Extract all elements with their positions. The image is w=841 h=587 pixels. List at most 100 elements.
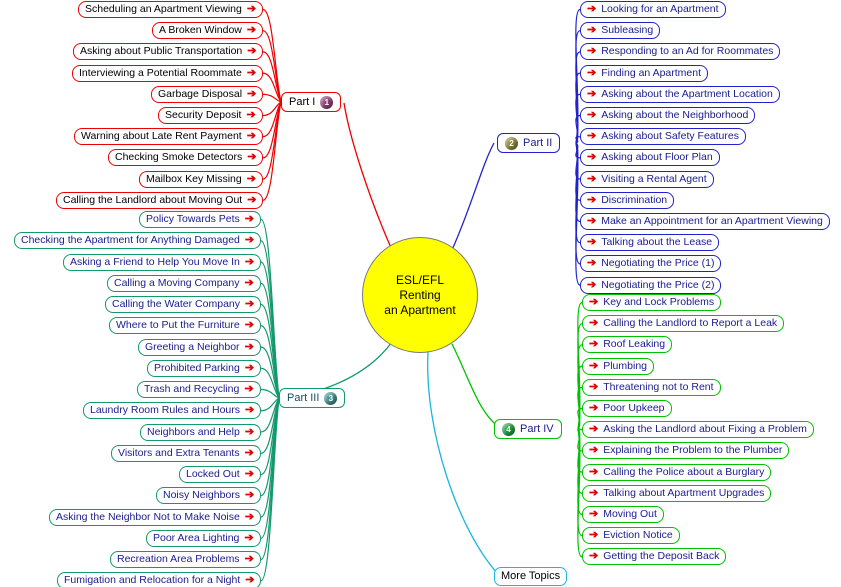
node-part1-item-7[interactable]: Checking Smoke Detectors ➔ bbox=[108, 149, 264, 167]
node-part3-item-15[interactable]: Poor Area Lighting ➔ bbox=[146, 529, 261, 547]
node-part1-item-1[interactable]: A Broken Window ➔ bbox=[152, 22, 264, 40]
node-part4-item-3[interactable]: ➔ Plumbing bbox=[582, 357, 654, 375]
node-part2-item-13[interactable]: ➔ Negotiating the Price (2) bbox=[580, 276, 722, 294]
node-part4-item-7[interactable]: ➔ Explaining the Problem to the Plumber bbox=[582, 442, 790, 460]
node-part2-item-11[interactable]: ➔ Talking about the Lease bbox=[580, 234, 720, 252]
node-more-topics-label: More Topics bbox=[501, 570, 561, 582]
arrow-right-icon: ➔ bbox=[587, 24, 597, 37]
central-topic[interactable]: ESL/EFL Renting an Apartment bbox=[362, 237, 478, 353]
node-part4-item-0[interactable]: ➔ Key and Lock Problems bbox=[582, 294, 722, 311]
node-part4-item-4[interactable]: ➔ Threatening not to Rent bbox=[582, 378, 721, 396]
node-part3-item-13[interactable]: Noisy Neighbors ➔ bbox=[156, 487, 262, 505]
arrow-right-icon: ➔ bbox=[244, 319, 254, 332]
arrow-right-icon: ➔ bbox=[244, 468, 254, 480]
node-part2-item-2[interactable]: ➔ Responding to an Ad for Roommates bbox=[580, 43, 781, 61]
node-part4-item-11[interactable]: ➔ Eviction Notice bbox=[582, 527, 680, 545]
node-part3-item-2[interactable]: Asking a Friend to Help You Move In ➔ bbox=[63, 253, 262, 271]
node-part3-item-7[interactable]: Prohibited Parking ➔ bbox=[147, 359, 262, 377]
node-label: Looking for an Apartment bbox=[601, 3, 719, 15]
node-part2-item-9[interactable]: ➔ Discrimination bbox=[580, 191, 675, 209]
branch-label-part-4[interactable]: 4 Part IV bbox=[494, 419, 562, 439]
arrow-right-icon: ➔ bbox=[246, 3, 257, 15]
node-part3-item-16[interactable]: Recreation Area Problems ➔ bbox=[110, 551, 261, 568]
arrow-right-icon: ➔ bbox=[589, 359, 599, 372]
node-label: Asking about Safety Features bbox=[601, 130, 739, 143]
node-part3-item-12[interactable]: Locked Out ➔ bbox=[179, 466, 261, 483]
node-part4-item-5[interactable]: ➔ Poor Upkeep bbox=[582, 400, 672, 417]
arrow-right-icon: ➔ bbox=[587, 236, 597, 249]
node-part2-item-4[interactable]: ➔ Asking about the Apartment Location bbox=[580, 85, 780, 103]
node-part1-item-9[interactable]: Calling the Landlord about Moving Out ➔ bbox=[56, 191, 264, 209]
arrow-right-icon: ➔ bbox=[589, 317, 599, 330]
node-label: Finding an Apartment bbox=[601, 66, 702, 79]
node-label: Asking the Landlord about Fixing a Probl… bbox=[603, 423, 807, 436]
branch-label-part-1[interactable]: Part I 1 bbox=[281, 92, 342, 112]
central-topic-line-2: Renting bbox=[399, 287, 441, 302]
branch-label-part-2[interactable]: 2 Part II bbox=[497, 133, 561, 153]
arrow-right-icon: ➔ bbox=[587, 278, 597, 291]
node-label: Talking about the Lease bbox=[601, 236, 713, 249]
node-part2-item-7[interactable]: ➔ Asking about Floor Plan bbox=[580, 149, 720, 167]
badge-1: 1 bbox=[320, 95, 334, 109]
node-part1-item-6[interactable]: Warning about Late Rent Payment ➔ bbox=[74, 128, 263, 146]
node-part1-item-0[interactable]: Scheduling an Apartment Viewing ➔ bbox=[78, 1, 264, 18]
node-part2-item-8[interactable]: ➔ Visiting a Rental Agent bbox=[580, 170, 714, 188]
arrow-right-icon: ➔ bbox=[587, 151, 597, 164]
node-part1-item-4[interactable]: Garbage Disposal ➔ bbox=[151, 85, 264, 103]
node-part1-item-3[interactable]: Interviewing a Potential Roommate ➔ bbox=[72, 64, 264, 82]
branch-label-part-3-text: Part III bbox=[287, 392, 320, 404]
node-label: Subleasing bbox=[601, 24, 654, 37]
node-label: Noisy Neighbors bbox=[163, 489, 241, 502]
arrow-right-icon: ➔ bbox=[247, 45, 257, 58]
arrow-right-icon: ➔ bbox=[589, 338, 599, 351]
node-label: Scheduling an Apartment Viewing bbox=[85, 3, 242, 15]
node-part2-item-6[interactable]: ➔ Asking about Safety Features bbox=[580, 128, 746, 146]
node-part3-item-10[interactable]: Neighbors and Help ➔ bbox=[140, 423, 262, 441]
node-part4-item-9[interactable]: ➔ Talking about Apartment Upgrades bbox=[582, 484, 772, 502]
node-part4-item-6[interactable]: ➔ Asking the Landlord about Fixing a Prob… bbox=[582, 421, 814, 439]
node-part2-item-1[interactable]: ➔ Subleasing bbox=[580, 22, 661, 40]
central-topic-line-1: ESL/EFL bbox=[395, 272, 445, 287]
arrow-right-icon: ➔ bbox=[244, 553, 254, 565]
node-label: Asking a Friend to Help You Move In bbox=[70, 255, 240, 268]
node-part3-item-5[interactable]: Where to Put the Furniture ➔ bbox=[109, 317, 261, 335]
node-part3-item-17[interactable]: Fumigation and Relocation for a Night ➔ bbox=[57, 572, 262, 587]
arrow-right-icon: ➔ bbox=[244, 276, 254, 289]
node-part2-item-10[interactable]: ➔ Make an Appointment for an Apartment Vi… bbox=[580, 213, 830, 230]
node-part3-item-0[interactable]: Policy Towards Pets ➔ bbox=[139, 211, 261, 228]
node-part4-item-8[interactable]: ➔ Calling the Police about a Burglary bbox=[582, 463, 772, 481]
node-part2-item-3[interactable]: ➔ Finding an Apartment bbox=[580, 64, 709, 82]
node-part4-item-12[interactable]: ➔ Getting the Deposit Back bbox=[582, 548, 727, 566]
node-part3-item-3[interactable]: Calling a Moving Company ➔ bbox=[107, 274, 261, 292]
node-more-topics[interactable]: More Topics bbox=[494, 567, 568, 586]
node-part2-item-0[interactable]: ➔ Looking for an Apartment bbox=[580, 1, 726, 18]
node-part4-item-10[interactable]: ➔ Moving Out bbox=[582, 506, 664, 523]
arrow-right-icon: ➔ bbox=[587, 3, 597, 15]
node-part2-item-5[interactable]: ➔ Asking about the Neighborhood bbox=[580, 107, 756, 124]
arrow-right-icon: ➔ bbox=[587, 87, 597, 100]
node-label: Warning about Late Rent Payment bbox=[81, 130, 242, 143]
branch-label-part-3[interactable]: Part III 3 bbox=[279, 388, 346, 408]
node-part3-item-11[interactable]: Visitors and Extra Tenants ➔ bbox=[111, 444, 261, 462]
node-label: Fumigation and Relocation for a Night bbox=[64, 574, 241, 587]
node-part3-item-9[interactable]: Laundry Room Rules and Hours ➔ bbox=[83, 402, 262, 420]
node-part3-item-6[interactable]: Greeting a Neighbor ➔ bbox=[138, 338, 261, 356]
node-part3-item-8[interactable]: Trash and Recycling ➔ bbox=[137, 381, 261, 398]
node-label: Garbage Disposal bbox=[158, 87, 243, 100]
arrow-right-icon: ➔ bbox=[587, 130, 597, 143]
node-part3-item-1[interactable]: Checking the Apartment for Anything Dama… bbox=[14, 232, 262, 250]
node-part4-item-1[interactable]: ➔ Calling the Landlord to Report a Leak bbox=[582, 315, 785, 333]
node-part1-item-8[interactable]: Mailbox Key Missing ➔ bbox=[139, 170, 263, 188]
arrow-right-icon: ➔ bbox=[589, 529, 599, 542]
arrow-right-icon: ➔ bbox=[244, 510, 255, 523]
node-label: Neighbors and Help bbox=[147, 425, 240, 438]
node-label: Prohibited Parking bbox=[154, 361, 240, 374]
node-label: Calling the Landlord about Moving Out bbox=[63, 193, 243, 206]
node-part4-item-2[interactable]: ➔ Roof Leaking bbox=[582, 336, 673, 354]
node-part2-item-12[interactable]: ➔ Negotiating the Price (1) bbox=[580, 255, 722, 273]
node-part3-item-14[interactable]: Asking the Neighbor Not to Make Noise ➔ bbox=[49, 508, 262, 526]
node-part1-item-5[interactable]: Security Deposit ➔ bbox=[158, 107, 263, 124]
node-part1-item-2[interactable]: Asking about Public Transportation ➔ bbox=[73, 43, 264, 61]
node-part3-item-4[interactable]: Calling the Water Company ➔ bbox=[105, 296, 262, 313]
node-label: Talking about Apartment Upgrades bbox=[603, 486, 765, 499]
